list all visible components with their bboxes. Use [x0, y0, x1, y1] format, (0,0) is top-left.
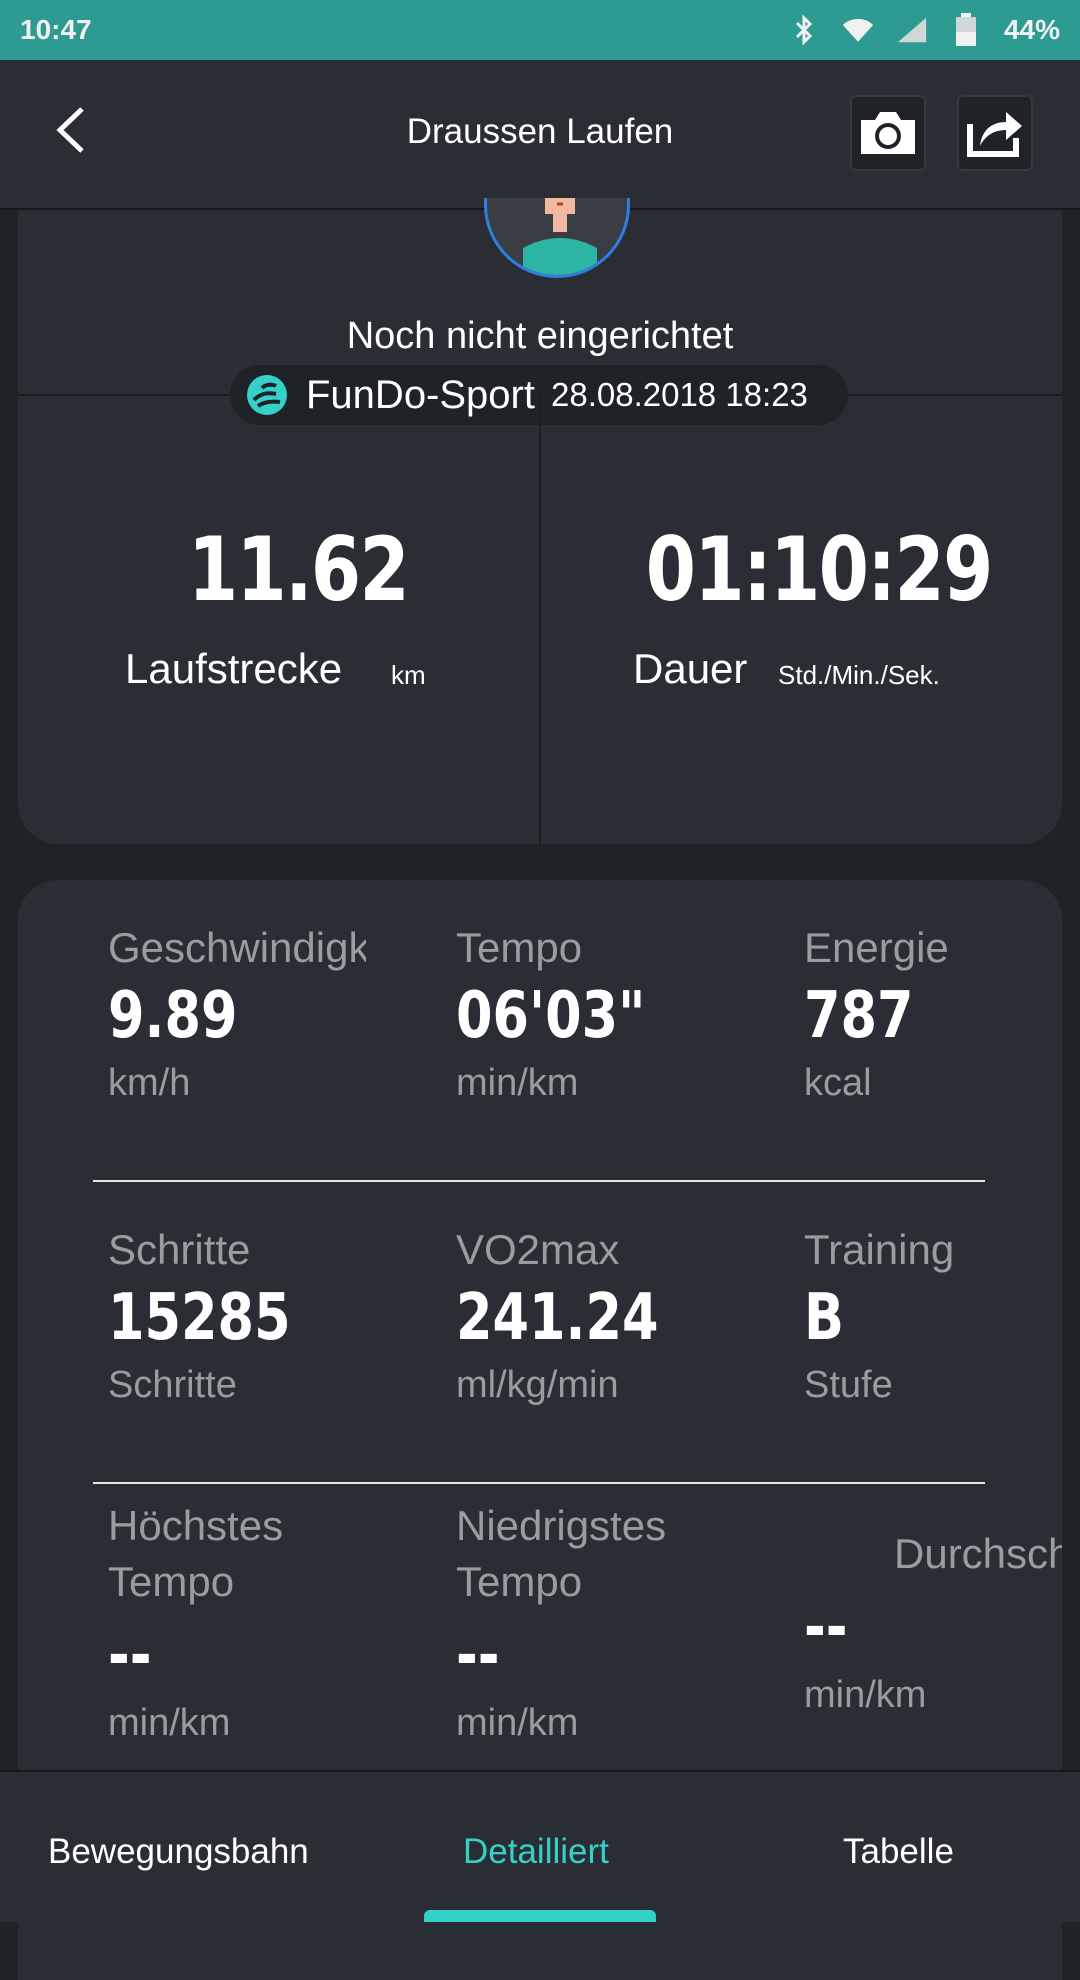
metric-label: Training: [804, 1226, 955, 1273]
metric-pace: Tempo 06'03" min/km: [456, 920, 687, 1110]
metric-steps: Schritte 15285 Schritte: [108, 1222, 331, 1412]
share-icon: [967, 112, 1022, 157]
metric-label: Energie: [804, 924, 949, 971]
metric-label-line1: Niedrigstes: [456, 1502, 667, 1549]
app-bar: Draussen Laufen: [0, 60, 1080, 210]
bottom-tab-bar: Bewegungsbahn Detailliert Tabelle: [0, 1770, 1080, 1922]
metric-energy: Energie 787 kcal: [804, 920, 949, 1110]
metric-label-line2: Tempo: [456, 1558, 583, 1605]
metric-min-pace: Niedrigstes Tempo -- min/km: [456, 1498, 666, 1750]
avatar-person-icon: [523, 198, 597, 275]
tab-tabelle[interactable]: Tabelle: [843, 1832, 954, 1872]
bluetooth-icon: [788, 14, 820, 46]
metric-label: Durchschnitt: [894, 1530, 1062, 1577]
metric-value: 9.89: [108, 979, 238, 1053]
battery-percent: 44%: [1003, 14, 1060, 45]
divider-vertical: [539, 396, 541, 844]
profile-name: Noch nicht eingerichtet: [346, 315, 734, 357]
metric-label-line2: Tempo: [108, 1558, 235, 1605]
metric-label: Tempo: [456, 924, 583, 971]
metric-value: 06'03": [456, 979, 646, 1053]
active-tab-indicator: [424, 1910, 656, 1922]
metric-unit: min/km: [108, 1702, 231, 1744]
distance-value: 11.62: [187, 518, 410, 621]
metric-label: Schritte: [108, 1226, 251, 1273]
fundo-logo-icon: [247, 375, 287, 415]
metric-training: Training B Stufe: [804, 1222, 954, 1412]
duration-unit: Std./Min./Sek.: [778, 660, 940, 690]
metric-label: Geschwindigkeit: [108, 924, 366, 971]
source-datetime: 28.08.2018 18:23: [550, 376, 808, 413]
metric-unit: Schritte: [108, 1364, 237, 1406]
metric-value: 241.24: [456, 1281, 659, 1355]
metric-vo2max: VO2max 241.24 ml/kg/min: [456, 1222, 703, 1412]
metric-avg-pace: Durchschnitt -- min/km: [804, 1526, 1062, 1722]
status-icons: 44%: [788, 13, 1060, 46]
signal-icon: [896, 14, 928, 46]
avatar[interactable]: [484, 198, 630, 278]
source-app-name: FunDo-Sport: [306, 372, 535, 417]
metric-unit: ml/kg/min: [456, 1364, 619, 1406]
battery-icon: [950, 13, 982, 46]
row-divider: [93, 1482, 985, 1484]
row-divider: [93, 1180, 985, 1182]
metric-label-line1: Höchstes: [108, 1502, 284, 1549]
metric-value: --: [456, 1619, 500, 1693]
metric-unit: min/km: [804, 1674, 927, 1716]
metric-speed: Geschwindigkeit 9.89 km/h: [108, 920, 366, 1110]
metric-unit: Stufe: [804, 1364, 893, 1406]
metric-value: B: [804, 1281, 845, 1355]
metric-unit: min/km: [456, 1702, 579, 1744]
metric-value: 787: [804, 979, 914, 1053]
metric-unit: km/h: [108, 1062, 191, 1104]
duration-value: 01:10:29: [645, 518, 993, 621]
metric-value: 15285: [108, 1281, 291, 1355]
tab-bewegungsbahn[interactable]: Bewegungsbahn: [48, 1832, 309, 1872]
tab-detailliert[interactable]: Detailliert: [463, 1832, 609, 1872]
metric-value: --: [108, 1619, 152, 1693]
summary-card: Noch nicht eingerichtet FunDo-Sport 28.0…: [18, 198, 1062, 844]
metric-label: VO2max: [456, 1226, 620, 1273]
metric-unit: min/km: [456, 1062, 579, 1104]
status-time: 10:47: [20, 14, 92, 45]
metric-unit: kcal: [804, 1062, 872, 1104]
camera-button[interactable]: [850, 95, 926, 171]
duration-label: Dauer: [633, 645, 748, 692]
distance-label: Laufstrecke: [125, 645, 343, 692]
share-button[interactable]: [957, 95, 1033, 171]
status-bar: 10:47 44%: [0, 0, 1080, 60]
metric-value: --: [804, 1591, 848, 1665]
wifi-icon: [842, 14, 874, 46]
distance-unit: km: [391, 660, 426, 690]
metric-max-pace: Höchstes Tempo -- min/km: [108, 1498, 283, 1750]
camera-icon: [861, 112, 915, 154]
